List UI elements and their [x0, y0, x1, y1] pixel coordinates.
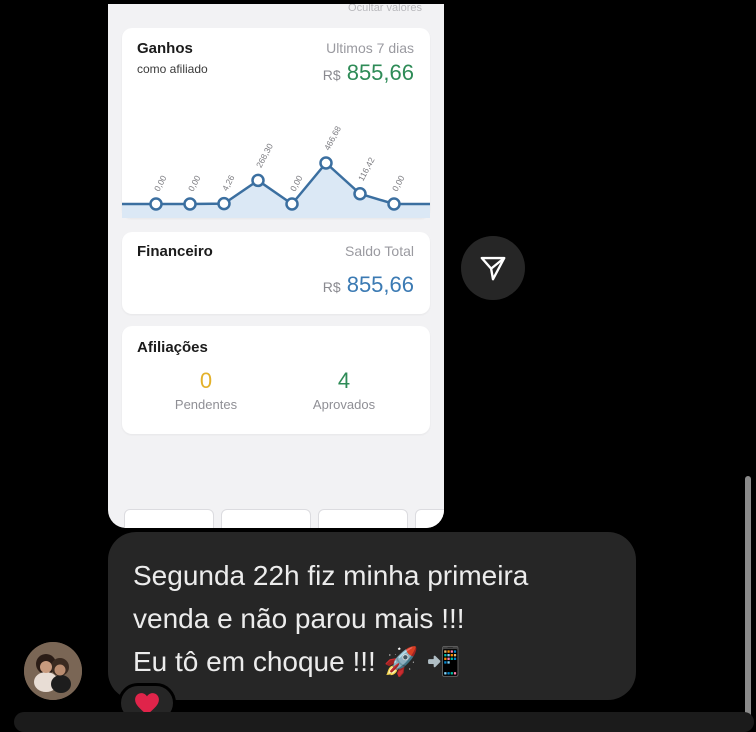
chart-data-label: 466,68: [322, 124, 343, 152]
chart-point: [217, 196, 231, 211]
message-line-2: venda e não parou mais !!!: [133, 603, 465, 634]
chart-data-label: 0,00: [152, 173, 169, 193]
chart-point: [353, 187, 367, 201]
chart-data-label: 4,26: [220, 173, 237, 193]
sender-avatar[interactable]: [24, 642, 82, 700]
bottom-tab-4: [415, 509, 444, 528]
bottom-tab-1: [124, 509, 214, 528]
earnings-value: 855,66: [346, 60, 414, 85]
pending-count: 0: [199, 368, 213, 393]
pending-label: Pendentes: [174, 397, 238, 412]
chart-data-label: 0,00: [186, 173, 203, 193]
chart-data-label: 268,30: [254, 141, 275, 169]
pending-stat: 0 Pendentes: [146, 368, 266, 412]
chart-area-fill: [122, 163, 430, 218]
chart-data-label: 116,42: [356, 155, 377, 182]
chart-point: [251, 173, 265, 188]
earnings-title: Ganhos: [137, 40, 193, 57]
total-balance-currency: R$: [322, 279, 341, 295]
hide-values-text: Ocultar valores: [348, 4, 422, 14]
earnings-line-chart: 0,00 0,00 4,26268,300,00466,68116,420,00: [122, 124, 430, 218]
chart-point: [387, 197, 401, 211]
financial-card: Financeiro Saldo Total R$ 855,66: [122, 232, 430, 314]
total-balance-value: 855,66: [346, 272, 414, 297]
send-icon: [480, 256, 506, 281]
earnings-card: Ganhos como afiliado Ultimos 7 dias R$ 85…: [122, 28, 430, 218]
bottom-tab-3: [318, 509, 408, 528]
affiliations-card: Afiliações 0 Pendentes 4 Aprovados: [122, 326, 430, 434]
bottom-tab-2: [221, 509, 311, 528]
shared-screenshot-image[interactable]: Ocultar valores Ganhos como afiliado Ult…: [108, 4, 444, 528]
earnings-amount: R$ 855,66: [323, 60, 414, 86]
approved-stat: 4 Aprovados: [284, 368, 404, 412]
earnings-subtitle: como afiliado: [137, 62, 208, 76]
approved-count: 4: [337, 368, 351, 393]
message-line-3: Eu tô em choque !!! 🚀 📲: [133, 646, 462, 677]
affiliations-title: Afiliações: [137, 339, 208, 356]
chart-point: [319, 156, 333, 170]
earnings-currency: R$: [322, 67, 341, 83]
share-button[interactable]: [461, 236, 525, 300]
scrollbar[interactable]: [745, 476, 751, 720]
chart-point: [285, 197, 299, 211]
message-text: Segunda 22h fiz minha primeira venda e n…: [133, 554, 528, 683]
chart-data-label: 0,00: [390, 173, 407, 193]
avatar-photo: [24, 642, 82, 700]
total-balance-amount: R$ 855,66: [323, 272, 414, 298]
total-balance-caption: Saldo Total: [344, 243, 414, 259]
message-bubble[interactable]: Segunda 22h fiz minha primeira venda e n…: [108, 532, 636, 700]
chart-point: [149, 197, 163, 211]
approved-label: Aprovados: [312, 397, 376, 412]
message-line-1: Segunda 22h fiz minha primeira: [133, 560, 529, 591]
next-message-edge: [14, 712, 754, 732]
earnings-period: Ultimos 7 dias: [326, 40, 414, 56]
chart-point: [183, 197, 197, 211]
financial-title: Financeiro: [137, 243, 213, 260]
